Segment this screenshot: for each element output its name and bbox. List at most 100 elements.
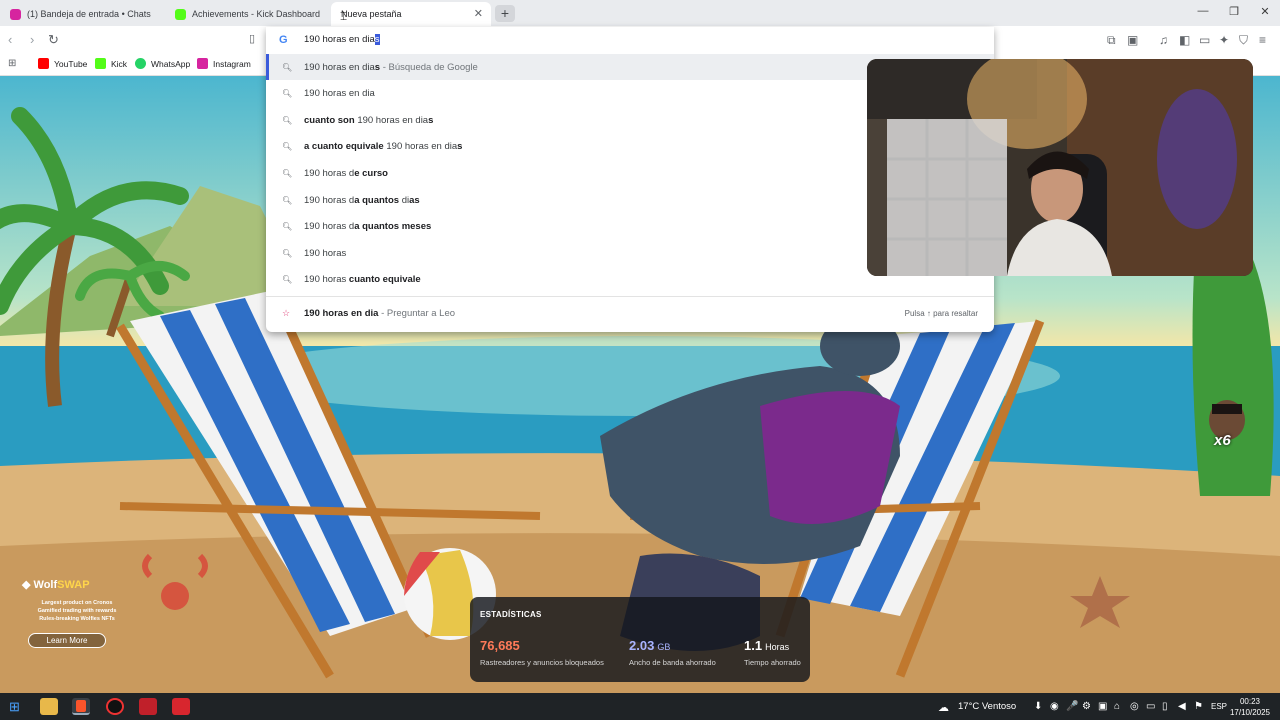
forward-icon[interactable]: › [30, 32, 34, 47]
bookmark-whatsapp[interactable]: WhatsApp [135, 58, 190, 69]
bookmark-kick[interactable]: Kick [95, 58, 127, 69]
ad-line: Largest product on Cronos [41, 600, 113, 606]
suggestion-part: 190 horas en dia [357, 114, 429, 126]
search-icon: 🔍︎ [282, 62, 293, 72]
suggestion-part: a quantos meses [354, 221, 432, 233]
instagram-icon [197, 58, 208, 69]
language-indicator[interactable]: ESP [1211, 702, 1227, 711]
tray-icon[interactable]: ⬇ [1034, 701, 1042, 712]
streaming-app-icon[interactable] [139, 698, 157, 715]
autocomplete-selection: s [374, 34, 380, 45]
mic-icon[interactable]: 🎤 [1066, 701, 1078, 712]
suggestion-part: e curso [354, 167, 388, 179]
stat-value: 2.03 [629, 638, 655, 653]
bookmark-label: WhatsApp [151, 58, 191, 69]
divider [266, 296, 994, 297]
obs-icon[interactable] [106, 698, 124, 715]
file-explorer-icon[interactable] [40, 698, 58, 715]
typed-text: 190 horas en dia [304, 34, 375, 45]
suggestion-part: di [401, 194, 410, 206]
suggestion-part: as [409, 194, 420, 206]
search-icon: 🔍︎ [282, 168, 293, 178]
shield-icon[interactable]: ⛉ [1239, 33, 1248, 48]
learn-more-button[interactable]: Learn More [28, 633, 106, 648]
weather-text[interactable]: 17°C Ventoso [958, 701, 1016, 712]
tab-instagram[interactable]: (1) Bandeja de entrada • Chats [2, 2, 167, 26]
stat-label: Tiempo ahorrado [744, 658, 801, 667]
suggestion-part: 190 horas en dia [304, 61, 375, 73]
tab-kick[interactable]: Achievements - Kick Dashboard [167, 2, 330, 26]
tab-strip: (1) Bandeja de entrada • Chats Achieveme… [0, 0, 1280, 26]
webcam-feed [867, 59, 1253, 276]
brave-browser-icon[interactable] [72, 698, 90, 715]
ad-brand-a: Wolf [33, 579, 58, 591]
stats-widget: ESTADÍSTICAS 76,685 Rastreadores y anunc… [470, 597, 810, 682]
reload-icon[interactable]: ↻ [48, 32, 59, 48]
leo-hint: Pulsa ↑ para resaltar [904, 308, 978, 318]
leo-suggestion[interactable]: ☆ 190 horas en dia - Preguntar a Leo Pul… [266, 300, 994, 326]
tray-icon[interactable]: ◉ [1050, 701, 1059, 712]
wolf-head-icon: ◆ [22, 579, 31, 591]
tray-icon[interactable]: ▣ [1098, 701, 1107, 712]
stat-time: 1.1 Horas Tiempo ahorrado [744, 637, 801, 667]
leo-ai-icon[interactable]: ✦ [1219, 33, 1229, 47]
volume-icon[interactable]: ◀ [1178, 701, 1186, 712]
close-window-button[interactable]: ✕ [1255, 5, 1275, 18]
tray-icon[interactable]: ▭ [1146, 701, 1155, 712]
suggestion-part: 190 horas [304, 247, 347, 259]
suggestion-text: cuanto son 190 horas en dias [304, 115, 433, 126]
bookmark-youtube[interactable]: YouTube [38, 58, 87, 69]
app-icon[interactable] [172, 698, 190, 715]
stat-unit: Horas [765, 642, 790, 652]
leo-suffix: - Preguntar a Leo [378, 307, 456, 319]
clock-time: 00:23 [1239, 697, 1260, 706]
ad-line: Rules-breaking Wolfies NFTs [39, 616, 115, 622]
minimize-button[interactable]: — [1193, 5, 1213, 17]
tab-new-tab[interactable]: Nueva pestaña ✕ [331, 2, 491, 26]
search-icon: 🔍︎ [282, 89, 293, 99]
suggestion-text: 190 horas de curso [304, 168, 388, 179]
suggestion-part: 190 horas en dia [386, 141, 458, 153]
clock[interactable]: 00:23 17/10/2025 [1230, 696, 1270, 718]
suggestion-part: 190 horas d [304, 167, 355, 179]
wallet-icon[interactable]: ▣ [1127, 33, 1138, 47]
music-icon[interactable]: ♫ [1159, 33, 1168, 47]
whatsapp-icon [135, 58, 146, 69]
new-tab-button[interactable]: + [495, 5, 515, 22]
apps-icon[interactable]: ⊞ [8, 58, 16, 69]
stat-label: Ancho de banda ahorrado [629, 658, 716, 667]
clock-date: 17/10/2025 [1229, 708, 1270, 717]
tab-title: Achievements - Kick Dashboard [192, 9, 321, 19]
tray-icon[interactable]: ⚙ [1082, 701, 1091, 712]
wolfswap-logo: ◆ WolfSWAP [22, 578, 132, 591]
suggestion-text: 190 horas da quantos dias [304, 195, 420, 206]
sidebar-icon[interactable]: ◧ [1179, 33, 1190, 47]
menu-icon[interactable]: ≡ [1259, 33, 1266, 47]
bookmark-label: Kick [111, 58, 128, 69]
address-bar[interactable]: G 190 horas en dias [266, 27, 994, 54]
bookmark-icon[interactable]: ▯ [249, 32, 255, 45]
search-icon: 🔍︎ [282, 142, 293, 152]
kick-icon [175, 8, 186, 20]
wallet-card-icon[interactable]: ▭ [1199, 33, 1210, 47]
taskbar: ⊞ ☁ 17°C Ventoso ⬇ ◉ 🎤 ⚙ ▣ ⌂ ◎ ▭ ▯ ◀ ⚑ E… [0, 693, 1280, 720]
stats-title: ESTADÍSTICAS [480, 610, 542, 619]
bookmark-instagram[interactable]: Instagram [197, 58, 251, 69]
suggestion-text: 190 horas en dia [304, 88, 375, 99]
tray-icon[interactable]: ⌂ [1114, 701, 1120, 712]
tray-icon[interactable]: ⚑ [1194, 701, 1203, 712]
youtube-icon [38, 58, 49, 69]
address-input[interactable]: 190 horas en dias [304, 34, 380, 45]
suggestion-part: 190 horas [304, 274, 349, 286]
suggestion-part: cuanto equivale [348, 274, 421, 286]
maximize-button[interactable]: ❐ [1224, 5, 1244, 18]
close-tab-icon[interactable]: ✕ [474, 7, 483, 20]
extensions-icon[interactable]: ⧉ [1107, 33, 1116, 48]
suggestion-suffix: - Búsqueda de Google [380, 61, 478, 73]
search-icon: 🔍︎ [282, 195, 293, 205]
network-icon[interactable]: ▯ [1162, 701, 1168, 712]
stat-value: 76,685 [480, 638, 520, 653]
back-icon[interactable]: ‹ [8, 32, 12, 47]
discord-icon[interactable]: ◎ [1130, 701, 1139, 712]
windows-start-icon[interactable]: ⊞ [9, 699, 20, 715]
